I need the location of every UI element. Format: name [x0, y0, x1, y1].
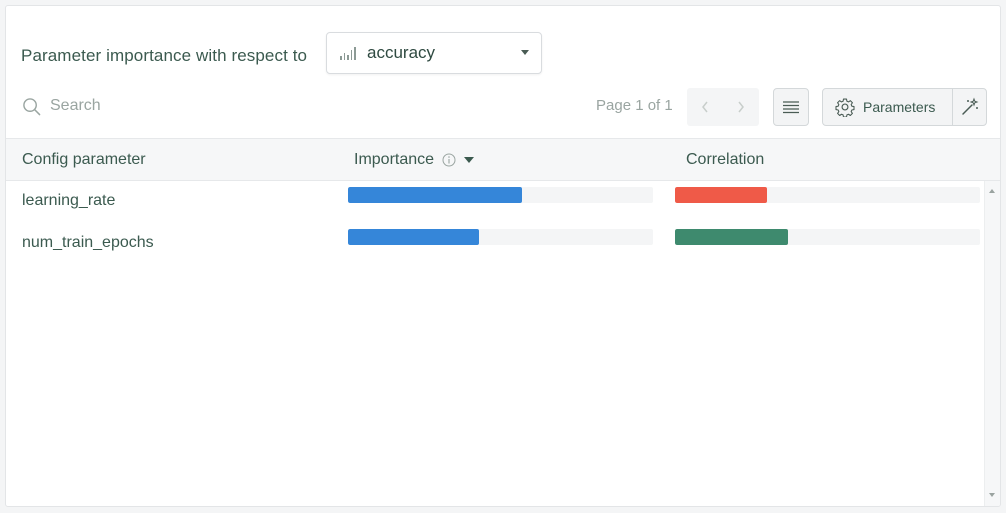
info-icon[interactable] — [442, 153, 456, 167]
vertical-scrollbar[interactable] — [984, 181, 1000, 506]
search-input[interactable] — [50, 94, 350, 118]
importance-bar — [348, 229, 653, 245]
column-header-importance[interactable]: Importance — [354, 151, 475, 169]
config-parameter-name: num_train_epochs — [22, 234, 154, 251]
column-header-config[interactable]: Config parameter — [22, 151, 146, 169]
scroll-down-icon[interactable] — [989, 493, 995, 497]
parameter-importance-panel: Parameter importance with respect to acc… — [5, 5, 1001, 507]
chevron-down-icon — [521, 50, 529, 55]
parameters-button-group: Parameters — [822, 88, 987, 126]
table-header: Config parameter Importance Correlation — [6, 138, 1000, 181]
magic-wand-icon — [961, 97, 978, 115]
column-header-correlation-label: Correlation — [686, 151, 765, 168]
correlation-bar-fill — [675, 229, 788, 245]
column-header-correlation[interactable]: Correlation — [686, 151, 764, 169]
column-header-config-label: Config parameter — [22, 151, 146, 168]
correlation-bar — [675, 187, 980, 203]
importance-bar-fill — [348, 229, 480, 245]
scroll-up-icon[interactable] — [989, 189, 995, 193]
importance-bar — [348, 187, 653, 203]
table-row: num_train_epochs — [6, 224, 984, 264]
pagination-buttons — [687, 88, 759, 126]
correlation-bar-fill — [675, 187, 767, 203]
sort-desc-icon[interactable] — [464, 157, 475, 163]
table-row: learning_rate — [6, 182, 984, 222]
list-icon — [783, 101, 799, 114]
metric-select[interactable]: accuracy — [326, 32, 542, 74]
prev-page-button[interactable] — [687, 88, 723, 126]
config-parameter-name: learning_rate — [22, 192, 116, 209]
bar-chart-icon — [340, 46, 356, 60]
chevron-right-icon — [738, 101, 744, 113]
gear-icon — [835, 98, 855, 117]
chevron-left-icon — [702, 101, 708, 113]
column-header-importance-label: Importance — [354, 151, 435, 168]
importance-bar-fill — [348, 187, 522, 203]
metric-select-value: accuracy — [367, 43, 436, 62]
page-info: Page 1 of 1 — [596, 97, 673, 114]
parameters-button[interactable]: Parameters — [823, 89, 953, 125]
next-page-button[interactable] — [723, 88, 759, 126]
parameters-button-label: Parameters — [863, 99, 936, 115]
panel-title: Parameter importance with respect to — [21, 46, 308, 65]
correlation-bar — [675, 229, 980, 245]
magic-wand-button[interactable] — [953, 89, 986, 125]
list-view-button[interactable] — [773, 88, 809, 126]
search-icon — [23, 98, 41, 116]
